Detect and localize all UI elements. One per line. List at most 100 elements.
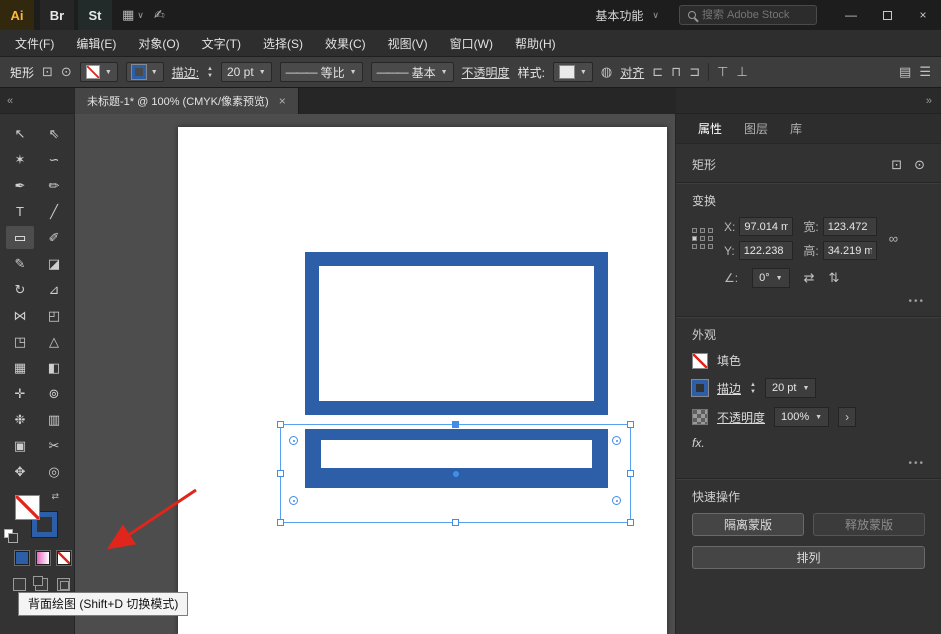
blend-tool[interactable]: ⊚ <box>40 382 68 405</box>
curvature-tool[interactable]: ✏ <box>40 174 68 197</box>
scale-tool[interactable]: ⊿ <box>40 278 68 301</box>
stepper-up-icon[interactable]: ▲ <box>750 382 756 388</box>
selection-handle[interactable] <box>277 470 284 477</box>
opacity-swatch[interactable] <box>692 409 708 425</box>
panel-menu-icon[interactable]: ☰ <box>919 64 931 80</box>
selection-handle[interactable] <box>277 519 284 526</box>
y-field[interactable] <box>739 241 793 260</box>
panel-grid-icon[interactable]: ▤ <box>899 64 911 80</box>
selection-handle[interactable] <box>452 421 459 428</box>
menu-type[interactable]: 文字(T) <box>191 30 252 57</box>
eraser-tool[interactable]: ◪ <box>40 252 68 275</box>
default-fill-stroke-icon[interactable] <box>4 529 13 538</box>
layout-switcher-icon[interactable]: ▦ <box>122 7 134 23</box>
align-bottom-icon[interactable]: ⊥ <box>737 64 748 80</box>
menu-file[interactable]: 文件(F) <box>4 30 65 57</box>
width-field[interactable] <box>823 217 877 236</box>
line-segment-tool[interactable]: ╱ <box>40 200 68 223</box>
align-left-icon[interactable]: ⊏ <box>652 64 663 80</box>
align-center-icon[interactable]: ⊓ <box>671 64 681 80</box>
draw-normal-button[interactable] <box>13 578 26 591</box>
type-tool[interactable]: T <box>6 200 34 223</box>
fill-proxy-swatch[interactable] <box>15 495 40 520</box>
selection-handle[interactable] <box>627 519 634 526</box>
free-transform-tool[interactable]: ◰ <box>40 304 68 327</box>
opacity-dropdown[interactable]: 100% ▼ <box>774 407 829 427</box>
width-tool[interactable]: ⋈ <box>6 304 34 327</box>
recolor-artwork-icon[interactable]: ◍ <box>601 64 612 80</box>
workspace-switcher[interactable]: 基本功能 ∨ <box>595 7 659 24</box>
stroke-profile-dropdown[interactable]: ——— 等比 ▼ <box>280 62 363 82</box>
bridge-button[interactable]: Br <box>40 0 74 30</box>
target-icon[interactable]: ⊙ <box>61 64 72 80</box>
stepper-down-icon[interactable]: ▼ <box>207 73 213 79</box>
eyedropper-tool[interactable]: ✛ <box>6 382 34 405</box>
draw-inside-button[interactable] <box>57 578 70 591</box>
stroke-link[interactable]: 描边: <box>172 64 199 81</box>
menu-object[interactable]: 对象(O) <box>127 30 190 57</box>
selection-tool[interactable]: ↖ <box>6 122 34 145</box>
menu-help[interactable]: 帮助(H) <box>504 30 567 57</box>
mesh-tool[interactable]: ▦ <box>6 356 34 379</box>
color-button[interactable] <box>15 551 29 565</box>
adobe-stock-search[interactable] <box>679 5 817 25</box>
angle-dropdown[interactable]: 0° ▼ <box>752 268 789 288</box>
stepper-up-icon[interactable]: ▲ <box>207 66 213 72</box>
stroke-color-dropdown[interactable]: ▼ <box>126 62 164 82</box>
swap-fill-stroke-icon[interactable]: ⇄ <box>51 491 59 502</box>
stock-button[interactable]: St <box>78 0 112 30</box>
tab-layers[interactable]: 图层 <box>734 113 778 144</box>
shape-options-icon[interactable]: ⊡ <box>891 157 902 173</box>
opacity-link[interactable]: 不透明度 <box>462 64 510 81</box>
opacity-forward-button[interactable]: › <box>838 407 856 427</box>
menu-select[interactable]: 选择(S) <box>252 30 314 57</box>
tab-libraries[interactable]: 库 <box>780 113 812 144</box>
flip-vertical-icon[interactable]: ⇅ <box>828 270 839 286</box>
constrain-proportions-icon[interactable]: ∞ <box>889 231 898 246</box>
close-button[interactable]: × <box>905 0 941 30</box>
more-options-button[interactable]: ••• <box>692 458 925 469</box>
brush-definition-dropdown[interactable]: ——— 基本 ▼ <box>371 62 454 82</box>
stroke-weight-stepper[interactable]: ▲ ▼ <box>207 66 213 79</box>
stepper-down-icon[interactable]: ▼ <box>750 389 756 395</box>
fill-color-dropdown[interactable]: ▼ <box>80 62 118 82</box>
reference-point-locator[interactable] <box>692 228 714 250</box>
minimize-button[interactable]: — <box>833 0 869 30</box>
align-top-icon[interactable]: ⊤ <box>717 64 728 80</box>
menu-view[interactable]: 视图(V) <box>377 30 439 57</box>
shape-options-icon[interactable]: ⊡ <box>42 64 53 80</box>
x-field[interactable] <box>739 217 793 236</box>
live-corner-widget[interactable] <box>612 436 621 445</box>
panel-collapse-button[interactable]: » <box>676 88 941 114</box>
arrange-button[interactable]: 排列 <box>692 546 925 569</box>
symbol-sprayer-tool[interactable]: ❉ <box>6 408 34 431</box>
selection-handle[interactable] <box>452 519 459 526</box>
menu-edit[interactable]: 编辑(E) <box>65 30 127 57</box>
none-button[interactable] <box>57 551 71 565</box>
stroke-link[interactable]: 描边 <box>717 380 741 397</box>
opacity-link[interactable]: 不透明度 <box>717 409 765 426</box>
height-field[interactable] <box>823 241 877 260</box>
selection-handle[interactable] <box>627 470 634 477</box>
target-icon[interactable]: ⊙ <box>914 157 925 173</box>
draw-behind-button[interactable] <box>35 578 48 591</box>
live-corner-widget[interactable] <box>289 436 298 445</box>
live-corner-widget[interactable] <box>612 496 621 505</box>
restore-button[interactable] <box>869 0 905 30</box>
close-tab-icon[interactable]: × <box>279 94 286 108</box>
column-graph-tool[interactable]: ▥ <box>40 408 68 431</box>
shaper-tool[interactable]: ✎ <box>6 252 34 275</box>
stroke-weight-dropdown[interactable]: 20 pt ▼ <box>765 378 816 398</box>
zoom-tool[interactable]: ◎ <box>40 460 68 483</box>
document-tab[interactable]: 未标题-1* @ 100% (CMYK/像素预览) × <box>75 88 299 114</box>
stroke-swatch[interactable] <box>692 380 708 396</box>
perspective-grid-tool[interactable]: △ <box>40 330 68 353</box>
gesture-icon[interactable]: ✍ <box>154 7 165 23</box>
paintbrush-tool[interactable]: ✐ <box>40 226 68 249</box>
live-corner-widget[interactable] <box>289 496 298 505</box>
stroke-weight-stepper[interactable]: ▲ ▼ <box>750 382 756 395</box>
selection-handle[interactable] <box>277 421 284 428</box>
align-link[interactable]: 对齐 <box>620 64 644 81</box>
align-right-icon[interactable]: ⊐ <box>689 64 700 80</box>
style-dropdown[interactable]: ▼ <box>553 62 593 82</box>
